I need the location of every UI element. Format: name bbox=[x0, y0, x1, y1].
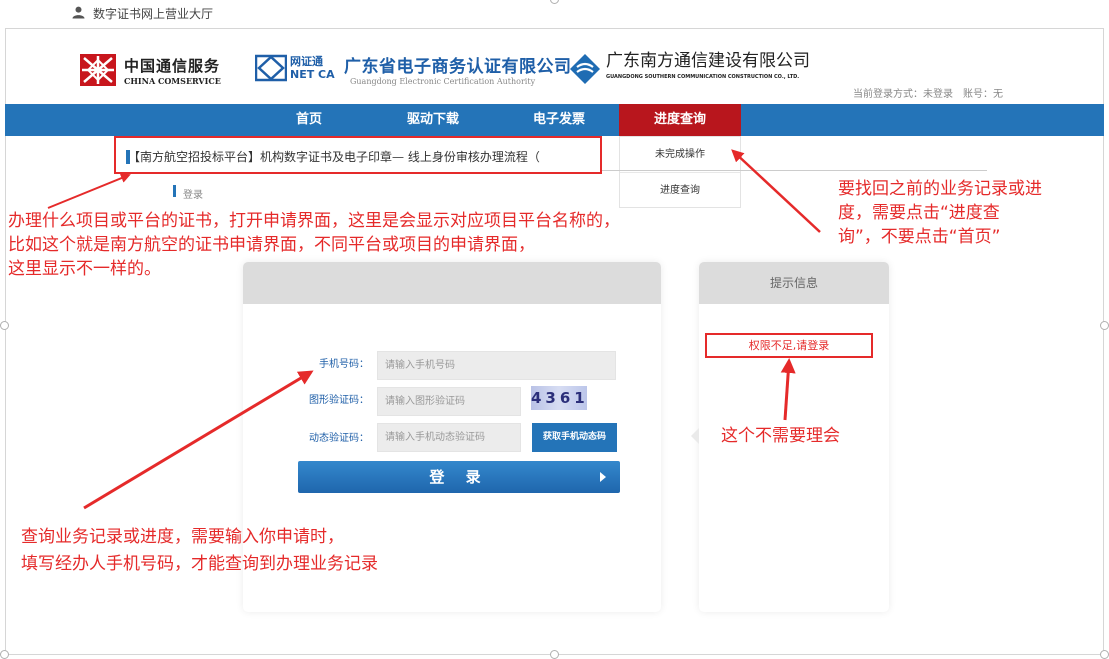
arrow-to-progress-query bbox=[731, 149, 821, 233]
arrow-to-warning bbox=[780, 358, 796, 421]
arrow-to-title bbox=[47, 173, 131, 209]
arrow-to-phone bbox=[83, 370, 314, 510]
annotation-arrows bbox=[47, 149, 821, 510]
